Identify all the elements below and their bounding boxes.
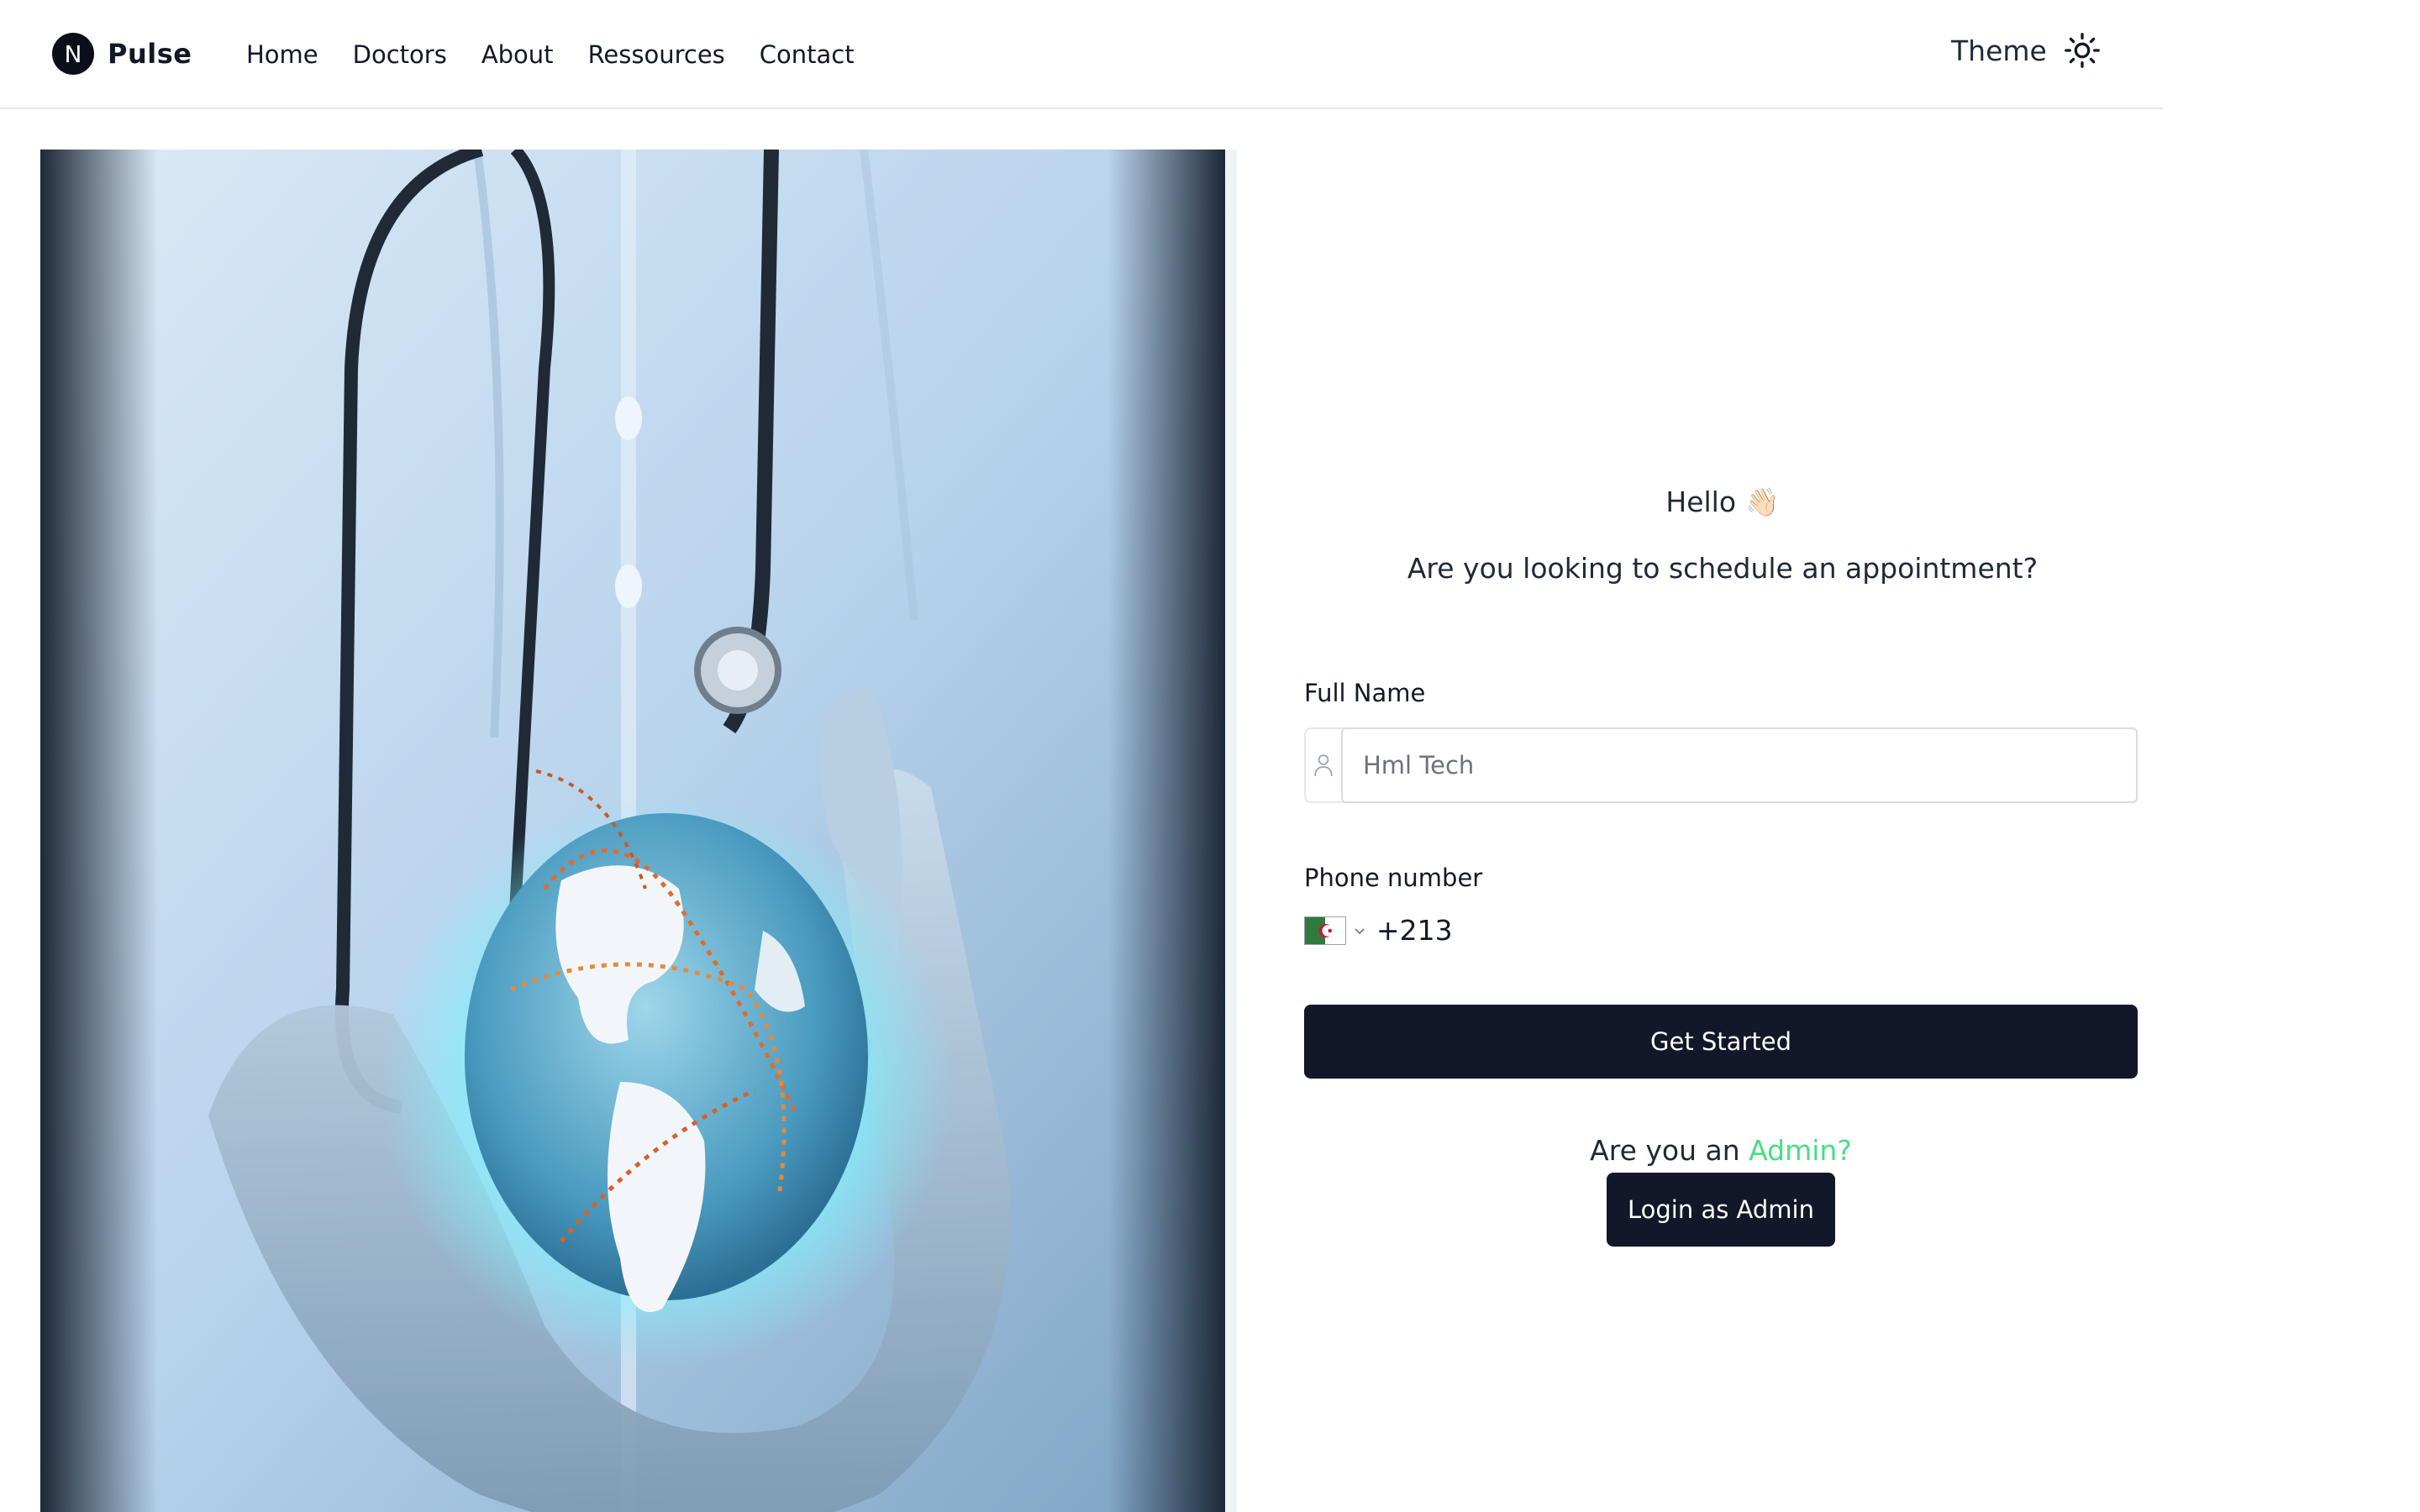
- brand-name: Pulse: [108, 38, 192, 70]
- algeria-flag-icon[interactable]: [1304, 916, 1346, 945]
- get-started-button[interactable]: Get Started: [1304, 1005, 2138, 1079]
- theme-toggle[interactable]: Theme: [1951, 32, 2101, 69]
- sun-icon[interactable]: [2064, 32, 2101, 69]
- theme-label: Theme: [1951, 34, 2047, 67]
- hero-scroll-rail: [1225, 150, 1237, 1512]
- greeting-text: Hello 👋🏻: [1665, 486, 1780, 518]
- nav-item-about[interactable]: About: [481, 40, 554, 69]
- phone-number-input[interactable]: [1373, 914, 1625, 947]
- full-name-label: Full Name: [1304, 679, 1426, 707]
- brand-logo: N: [52, 33, 94, 75]
- login-as-admin-button[interactable]: Login as Admin: [1607, 1173, 1835, 1247]
- hero-doctor-image: [40, 150, 1225, 1512]
- full-name-input[interactable]: [1341, 727, 2138, 803]
- nav-item-home[interactable]: Home: [246, 40, 318, 69]
- top-navbar: N Pulse Home Doctors About Ressources Co…: [0, 0, 2163, 109]
- user-icon: [1306, 729, 1341, 801]
- admin-prompt-text: Are you an: [1590, 1134, 1740, 1167]
- phone-number-label: Phone number: [1304, 864, 1483, 892]
- full-name-field[interactable]: [1304, 727, 2138, 803]
- doctor-holding-globe-illustration: [40, 150, 1225, 1512]
- nav-item-doctors[interactable]: Doctors: [353, 40, 447, 69]
- admin-link[interactable]: Admin?: [1749, 1134, 1852, 1167]
- main-nav: Home Doctors About Ressources Contact: [246, 0, 889, 109]
- nav-item-contact[interactable]: Contact: [760, 40, 855, 69]
- nav-item-ressources[interactable]: Ressources: [588, 40, 725, 69]
- appointment-question: Are you looking to schedule an appointme…: [1407, 552, 2039, 585]
- phone-number-field: [1304, 914, 1625, 947]
- admin-prompt: Are you an Admin?: [1304, 1134, 2138, 1167]
- chevron-down-icon[interactable]: [1353, 924, 1366, 937]
- brand[interactable]: N Pulse: [52, 33, 192, 75]
